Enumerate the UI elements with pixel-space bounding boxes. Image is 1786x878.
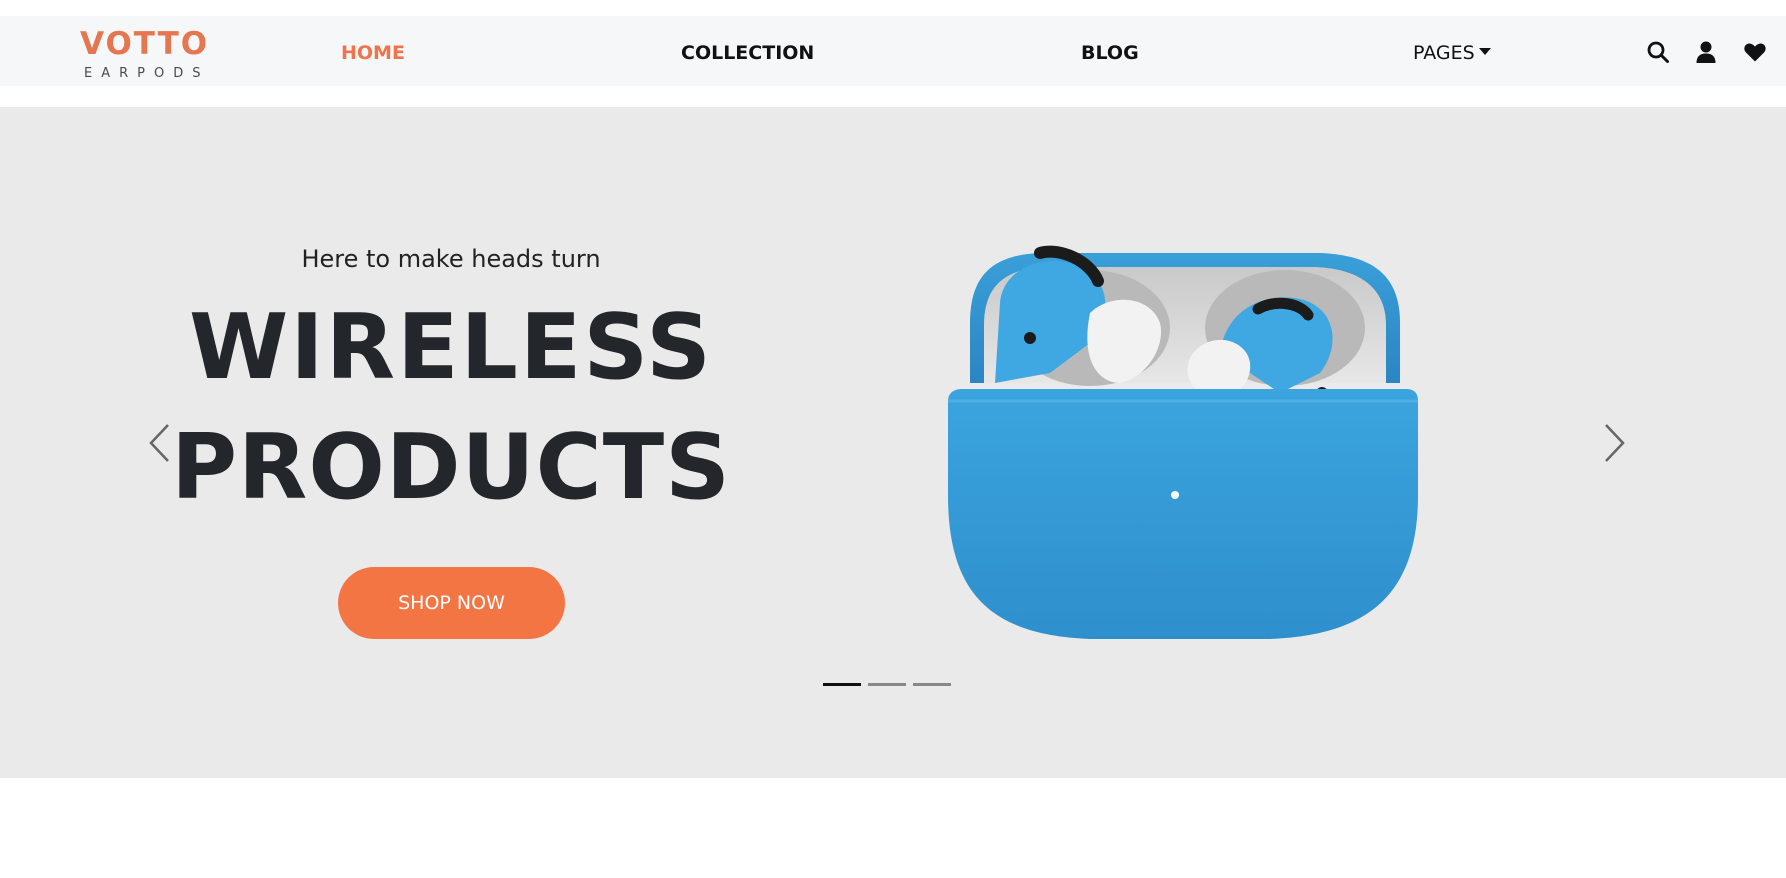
carousel-indicator-3[interactable] xyxy=(913,683,951,686)
brand-name: VOTTO xyxy=(80,26,210,62)
hero-carousel: Here to make heads turn WIRELESS PRODUCT… xyxy=(0,107,1786,778)
nav-blog-link[interactable]: BLOG xyxy=(1081,42,1139,64)
caret-down-icon xyxy=(1478,48,1491,55)
search-icon[interactable] xyxy=(1646,40,1670,64)
carousel-indicator-1[interactable] xyxy=(823,683,861,686)
hero-tagline: Here to make heads turn xyxy=(301,245,601,273)
brand-logo[interactable]: VOTTO EARPODS xyxy=(80,26,220,81)
product-image-earpods xyxy=(940,233,1420,643)
navbar: VOTTO EARPODS HOME COLLECTION BLOG PAGES xyxy=(0,16,1786,86)
user-icon[interactable] xyxy=(1694,40,1718,64)
brand-subtitle: EARPODS xyxy=(84,66,210,81)
carousel-indicators xyxy=(823,683,953,687)
chevron-right-icon[interactable] xyxy=(1594,417,1634,467)
chevron-left-icon[interactable] xyxy=(140,417,180,467)
carousel-indicator-2[interactable] xyxy=(868,683,906,686)
nav-home-link[interactable]: HOME xyxy=(341,42,405,64)
nav-pages-label: PAGES xyxy=(1413,42,1475,64)
nav-pages-dropdown[interactable]: PAGES xyxy=(1413,42,1491,64)
hero-headline-line-1: WIRELESS xyxy=(189,295,713,400)
shop-now-button[interactable]: SHOP NOW xyxy=(338,567,565,639)
nav-collection-link[interactable]: COLLECTION xyxy=(681,42,814,64)
hero-headline-line-2: PRODUCTS xyxy=(171,415,731,520)
heart-icon[interactable] xyxy=(1743,40,1767,64)
